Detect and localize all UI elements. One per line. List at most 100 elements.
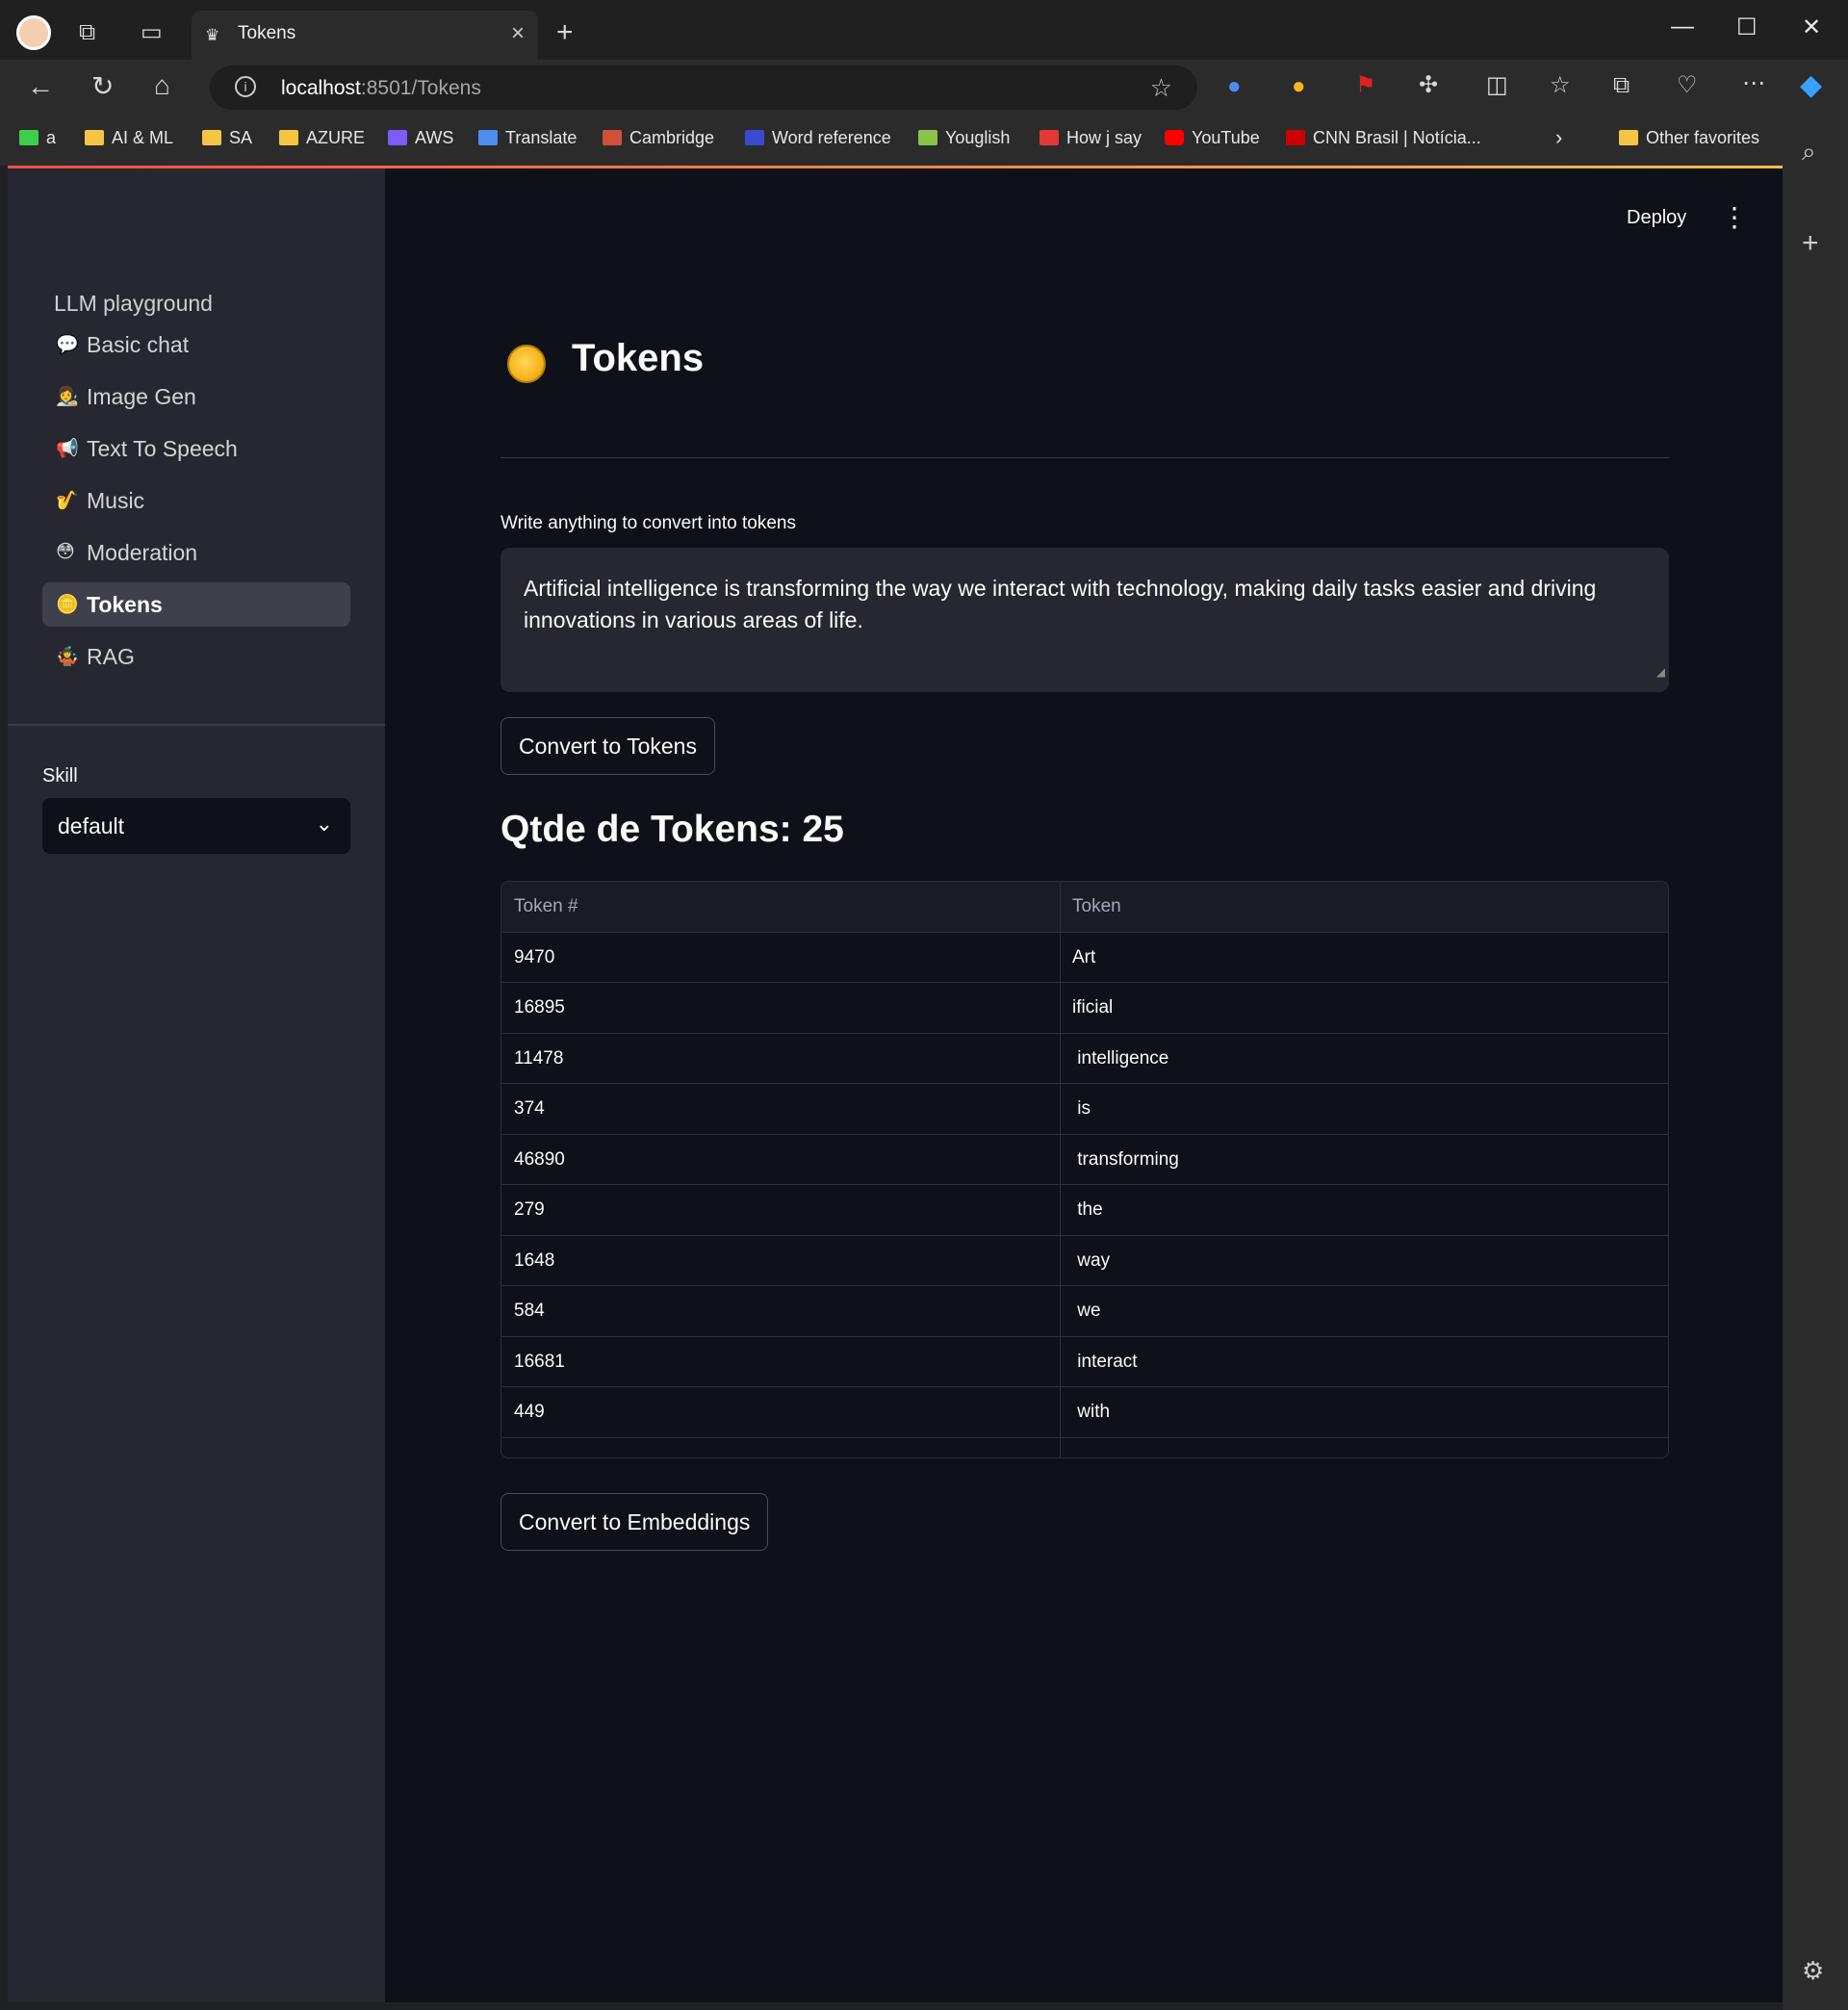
table-row[interactable]: 374 is: [501, 1084, 1668, 1135]
bookmark-word-reference[interactable]: Word reference: [745, 128, 891, 148]
workspaces-icon[interactable]: ⧉: [79, 21, 95, 44]
token-number-cell: 46890: [514, 1148, 565, 1170]
bookmark-translate[interactable]: Translate: [478, 128, 577, 148]
site-info-icon[interactable]: i: [235, 76, 256, 97]
extension-yellow-icon[interactable]: ●: [1292, 75, 1306, 98]
textarea-label: Write anything to convert into tokens: [500, 513, 796, 533]
bookmark-youtube[interactable]: YouTube: [1165, 128, 1260, 148]
close-tab-icon[interactable]: ×: [511, 20, 525, 47]
sidebar-item-tokens[interactable]: 🪙 Tokens: [42, 582, 350, 627]
table-row[interactable]: 1648 way: [501, 1236, 1668, 1286]
token-number-cell: 9470: [514, 946, 555, 967]
back-icon[interactable]: ←: [27, 73, 54, 100]
bookmark-other-favorites[interactable]: Other favorites: [1619, 128, 1759, 148]
sidebar-item-label: Text To Speech: [87, 436, 238, 461]
chevron-down-icon: ⌄: [315, 812, 333, 836]
table-header-row: Token # Token: [501, 882, 1668, 933]
address-bar[interactable]: i localhost:8501/Tokens ☆: [210, 65, 1197, 110]
extension-chrome-icon[interactable]: ●: [1227, 75, 1242, 98]
artist-icon: 👩‍🎨: [56, 387, 79, 407]
home-icon[interactable]: ⌂: [154, 72, 170, 99]
youtube-icon: [1165, 130, 1184, 145]
extension-pdf-icon[interactable]: ⚑: [1355, 74, 1376, 97]
flushed-face-icon: 😳: [56, 542, 75, 562]
bookmark-a[interactable]: a: [19, 128, 56, 148]
copilot-icon[interactable]: ◆: [1800, 71, 1822, 100]
new-tab-icon[interactable]: +: [556, 18, 574, 47]
token-number-cell: 16895: [514, 997, 565, 1018]
url-text: localhost:8501/Tokens: [281, 77, 481, 99]
main-menu-icon[interactable]: ⋮: [1721, 201, 1748, 233]
split-screen-icon[interactable]: ◫: [1486, 74, 1508, 97]
column-header-token[interactable]: Token: [1072, 896, 1121, 917]
deploy-button[interactable]: Deploy: [1627, 207, 1686, 229]
bookmark-how-j-say[interactable]: How j say: [1040, 128, 1142, 148]
sidebar-item-text-to-speech[interactable]: 📢 Text To Speech: [42, 426, 350, 471]
resize-handle-icon[interactable]: ◢: [1656, 657, 1665, 688]
table-row[interactable]: 46890 transforming: [501, 1135, 1668, 1185]
favorites-icon[interactable]: ☆: [1550, 74, 1571, 97]
table-row[interactable]: 449 with: [501, 1387, 1668, 1438]
profile-avatar[interactable]: [16, 15, 51, 50]
title-divider: [500, 457, 1669, 458]
favorite-star-icon[interactable]: ☆: [1150, 73, 1172, 103]
extensions-puzzle-icon[interactable]: ✣: [1419, 74, 1438, 97]
tokens-table[interactable]: Token # Token 9470 Art 16895 ificial 11478 i…: [500, 881, 1669, 1458]
collections-icon[interactable]: ⧉: [1613, 74, 1630, 97]
minimize-icon[interactable]: —: [1671, 13, 1694, 40]
convert-to-embeddings-button[interactable]: Convert to Embeddings: [500, 1493, 769, 1551]
bookmark-azure[interactable]: AZURE: [279, 128, 365, 148]
table-row[interactable]: 279 the: [501, 1185, 1668, 1236]
sidebar-settings-icon[interactable]: ⚙: [1802, 1956, 1824, 1986]
sidebar-item-label: Basic chat: [87, 332, 190, 357]
sidebar-item-basic-chat[interactable]: 💬 Basic chat: [42, 322, 350, 367]
skill-select-value: default: [58, 813, 125, 838]
more-menu-icon[interactable]: ⋯: [1742, 72, 1765, 95]
table-row[interactable]: 16681 interact: [501, 1337, 1668, 1387]
bookmarks-overflow-chevron-icon[interactable]: ›: [1555, 125, 1562, 150]
token-number-cell: 449: [514, 1402, 545, 1422]
sidebar: LLM playground 💬 Basic chat 👩‍🎨 Image Ge…: [8, 168, 385, 2002]
token-number-cell: 16681: [514, 1351, 565, 1372]
token-cell: ificial: [1072, 997, 1114, 1018]
table-row[interactable]: 11478 intelligence: [501, 1034, 1668, 1084]
close-window-icon[interactable]: ✕: [1802, 13, 1821, 41]
bookmark-aws[interactable]: AWS: [388, 128, 453, 148]
cnn-icon: [1286, 130, 1305, 145]
coin-icon: [507, 345, 546, 383]
sidebar-item-moderation[interactable]: 😳 Moderation: [42, 530, 350, 575]
token-number-cell: 279: [514, 1199, 545, 1220]
sidebar-item-label: Image Gen: [87, 384, 196, 409]
skill-select[interactable]: default ⌄: [42, 798, 350, 854]
bookmarks-bar: a AI & ML SA AZURE AWS Translate Cambrid…: [0, 116, 1848, 166]
sidebar-item-label: Moderation: [87, 540, 198, 565]
tab-tokens[interactable]: ♛ Tokens ×: [192, 11, 538, 60]
token-number-cell: 584: [514, 1301, 545, 1321]
table-row[interactable]: 584 we: [501, 1286, 1668, 1337]
sidebar-item-rag[interactable]: 🤹 RAG: [42, 634, 350, 679]
browser-essentials-icon[interactable]: ♡: [1677, 74, 1698, 97]
bookmark-youglish[interactable]: Youglish: [918, 128, 1010, 148]
token-cell: transforming: [1072, 1148, 1179, 1170]
table-row[interactable]: 16895 ificial: [501, 983, 1668, 1034]
sidebar-item-image-gen[interactable]: 👩‍🎨 Image Gen: [42, 374, 350, 419]
bookmark-cambridge[interactable]: Cambridge: [603, 128, 714, 148]
token-cell: intelligence: [1072, 1047, 1169, 1069]
bookmark-ai-ml[interactable]: AI & ML: [85, 128, 173, 148]
bookmark-sa[interactable]: SA: [202, 128, 252, 148]
maximize-icon[interactable]: ☐: [1736, 13, 1758, 41]
juggler-icon: 🤹: [56, 647, 79, 667]
sidebar-item-music[interactable]: 🎷 Music: [42, 478, 350, 523]
convert-to-tokens-button[interactable]: Convert to Tokens: [500, 717, 715, 775]
saxophone-icon: 🎷: [56, 491, 79, 511]
add-sidebar-app-icon[interactable]: +: [1802, 227, 1819, 260]
table-row[interactable]: 9470 Art: [501, 933, 1668, 983]
tab-actions-icon[interactable]: ▭: [141, 21, 163, 44]
column-header-token-number[interactable]: Token #: [514, 896, 578, 917]
bookmark-cnn[interactable]: CNN Brasil | Notícia...: [1286, 128, 1481, 148]
folder-icon: [202, 130, 221, 145]
tokens-input-textarea[interactable]: Artificial intelligence is transforming …: [500, 548, 1669, 692]
search-icon[interactable]: ⌕: [1802, 137, 1816, 168]
refresh-icon[interactable]: ↻: [91, 73, 114, 100]
aws-icon: [388, 130, 407, 145]
